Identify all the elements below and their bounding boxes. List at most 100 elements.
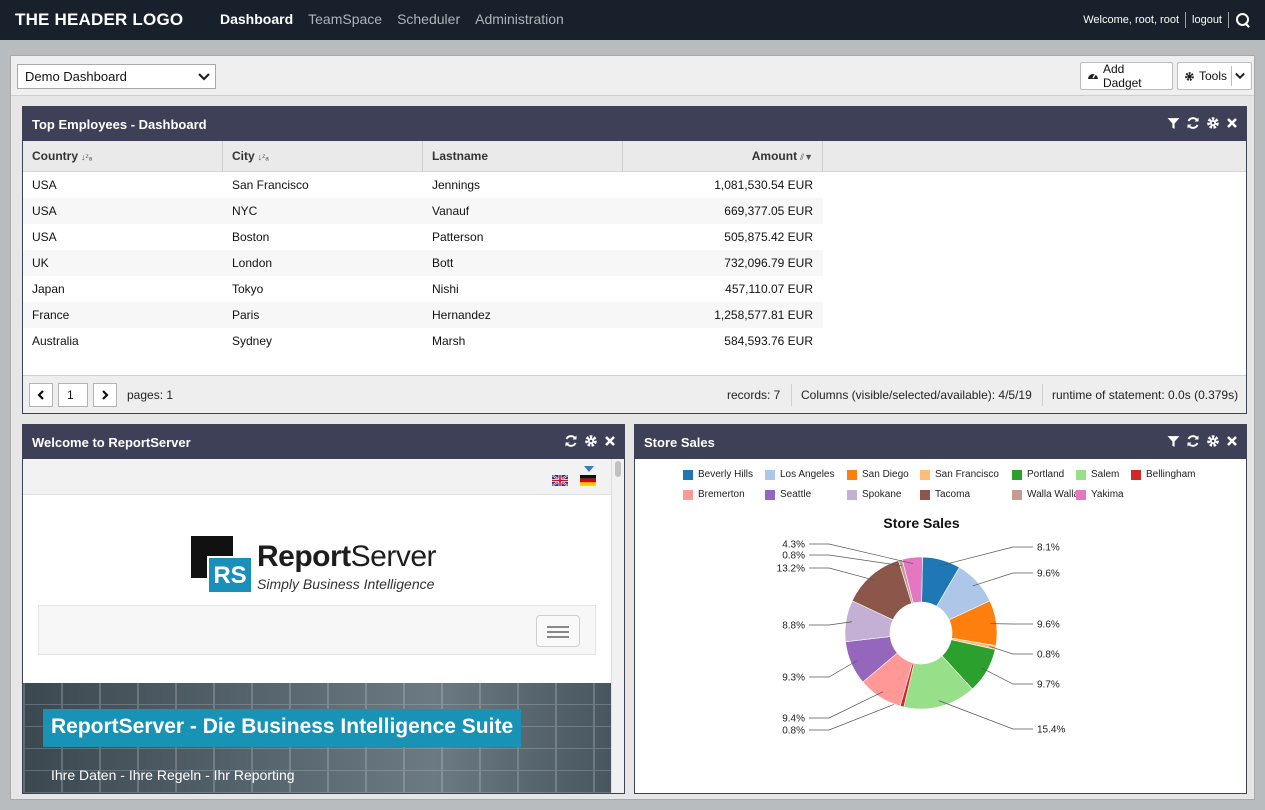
gear-icon[interactable] (584, 434, 598, 448)
pie-slice[interactable] (851, 560, 913, 621)
pie-slice[interactable] (899, 662, 915, 708)
cell-country: Australia (32, 334, 79, 348)
dashboard-gauge-icon (1087, 73, 1098, 79)
sort-alpha-icon[interactable]: ↓ᶻₐ (258, 152, 269, 162)
pie-data-label: 0.8% (782, 551, 805, 562)
label-leader-line (809, 700, 904, 731)
employees-table: Country ↓ᶻₐ City ↓ᶻₐ Lastname Amount ⫽▼ USA… (23, 141, 1246, 354)
legend-item[interactable]: Beverly Hills (683, 469, 753, 480)
hero-banner: ReportServer - Die Business Intelligence… (23, 683, 611, 793)
table-row[interactable]: UK London Bott 732,096.79 EUR (23, 250, 823, 276)
legend-swatch (765, 489, 775, 500)
table-row[interactable]: France Paris Hernandez 1,258,577.81 EUR (23, 302, 823, 328)
table-row[interactable]: USA NYC Vanauf 669,377.05 EUR (23, 198, 823, 224)
pie-slice[interactable] (903, 655, 973, 710)
legend-label: Portland (1027, 469, 1065, 480)
cell-amount: 457,110.07 EUR (725, 282, 813, 296)
scrollbar[interactable] (611, 459, 624, 793)
pie-data-label: 15.4% (1037, 725, 1065, 736)
legend-item[interactable]: San Diego (847, 469, 909, 480)
tools-button[interactable]: Tools (1177, 62, 1252, 90)
nav-teamspace[interactable]: TeamSpace (308, 11, 382, 27)
next-page-button[interactable] (93, 383, 117, 407)
pie-slice[interactable] (845, 636, 898, 683)
pie-slice[interactable] (941, 639, 996, 690)
refresh-icon[interactable] (1186, 116, 1200, 130)
pie-slice[interactable] (844, 600, 894, 643)
add-dadget-button[interactable]: Add Dadget (1080, 62, 1173, 90)
prev-page-button[interactable] (29, 383, 53, 407)
pie-slice[interactable] (921, 556, 960, 607)
pie-slice[interactable] (948, 600, 998, 647)
reportserver-logo: RS ReportServer Simply Business Intellig… (191, 536, 451, 596)
panel-actions (564, 434, 616, 448)
search-icon[interactable] (1235, 12, 1251, 28)
legend-item[interactable]: Portland (1012, 469, 1064, 480)
nav-scheduler[interactable]: Scheduler (397, 11, 460, 27)
legend-item[interactable]: Bellingham (1131, 469, 1195, 480)
table-row[interactable]: USA San Francisco Jennings 1,081,530.54 EUR (23, 172, 823, 198)
header-logo[interactable]: THE HEADER LOGO (15, 10, 183, 30)
legend-item[interactable]: Tacoma (920, 489, 970, 500)
column-header-lastname[interactable]: Lastname (423, 141, 623, 172)
refresh-icon[interactable] (1186, 434, 1200, 448)
chevron-down-icon (198, 73, 210, 81)
page-number-input[interactable]: 1 (58, 383, 88, 407)
uk-flag-icon[interactable] (552, 475, 568, 486)
nav-administration[interactable]: Administration (475, 11, 564, 27)
cell-country: France (32, 308, 70, 322)
table-row[interactable]: USA Boston Patterson 505,875.42 EUR (23, 224, 823, 250)
legend-item[interactable]: Salem (1076, 469, 1119, 480)
table-row[interactable]: Japan Tokyo Nishi 457,110.07 EUR (23, 276, 823, 302)
column-header-amount[interactable]: Amount ⫽▼ (623, 141, 823, 172)
pie-slice[interactable] (901, 556, 923, 604)
legend-item[interactable]: Spokane (847, 489, 901, 500)
close-icon[interactable] (604, 435, 616, 447)
filter-icon[interactable] (1167, 435, 1180, 448)
legend-swatch (847, 489, 857, 500)
legend-item[interactable]: Walla Walla (1012, 489, 1079, 500)
filter-icon[interactable] (1167, 117, 1180, 130)
close-icon[interactable] (1226, 435, 1238, 447)
pie-data-label: 9.6% (1037, 620, 1060, 631)
dashboard-select[interactable]: Demo Dashboard (17, 64, 216, 89)
hamburger-menu-button[interactable] (536, 615, 580, 647)
legend-label: Yakima (1091, 489, 1124, 500)
legend-item[interactable]: Yakima (1076, 489, 1124, 500)
panel-title: Welcome to ReportServer (32, 435, 191, 450)
main-nav: Dashboard TeamSpace Scheduler Administra… (220, 11, 564, 27)
pie-slice[interactable] (898, 559, 914, 604)
refresh-icon[interactable] (564, 434, 578, 448)
label-leader-line (809, 691, 884, 719)
gear-icon[interactable] (1206, 434, 1220, 448)
legend-swatch (920, 469, 930, 480)
legend-item[interactable]: Los Angeles (765, 469, 835, 480)
tools-label: Tools (1198, 69, 1227, 83)
scrollbar-thumb[interactable] (615, 461, 621, 477)
pie-slice[interactable] (950, 637, 997, 650)
legend-item[interactable]: San Francisco (920, 469, 999, 480)
pie-slice[interactable] (936, 567, 991, 621)
close-icon[interactable] (1226, 117, 1238, 129)
legend-item[interactable]: Bremerton (683, 489, 745, 500)
cell-amount: 732,096.79 EUR (724, 256, 813, 270)
legend-label: Bremerton (698, 489, 745, 500)
filter-column-icon[interactable]: ⫽▼ (800, 152, 813, 162)
panel-title: Store Sales (644, 435, 715, 450)
legend-label: Bellingham (1146, 469, 1196, 480)
legend-swatch (847, 469, 857, 480)
german-flag-icon[interactable] (580, 475, 596, 486)
gear-icon[interactable] (1206, 116, 1220, 130)
top-employees-panel: Top Employees - Dashboard Country ↓ᶻₐ Cit… (22, 106, 1247, 414)
sort-alpha-icon[interactable]: ↓ᶻₐ (81, 152, 92, 162)
column-header-country[interactable]: Country ↓ᶻₐ (23, 141, 223, 172)
cell-amount: 1,081,530.54 EUR (714, 178, 813, 192)
logout-link[interactable]: logout (1192, 14, 1222, 26)
nav-dashboard[interactable]: Dashboard (220, 11, 293, 27)
column-header-city[interactable]: City ↓ᶻₐ (223, 141, 423, 172)
add-dadget-label: Add Dadget (1102, 62, 1142, 90)
panel-title: Top Employees - Dashboard (32, 117, 207, 132)
legend-item[interactable]: Seattle (765, 489, 811, 500)
pie-slice[interactable] (862, 652, 913, 707)
table-row[interactable]: Australia Sydney Marsh 584,593.76 EUR (23, 328, 823, 354)
